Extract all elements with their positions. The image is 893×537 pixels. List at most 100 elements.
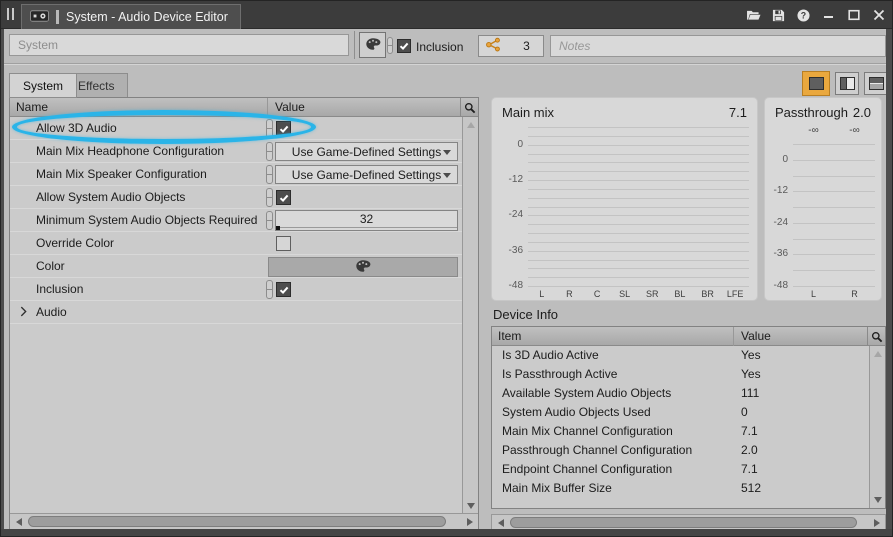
notes-field[interactable] [550, 35, 886, 57]
layout-split-horizontal-button[interactable] [864, 72, 888, 95]
meter-gridline [528, 171, 749, 172]
property-row[interactable]: Main Mix Speaker Configuration Use Game-D… [10, 163, 462, 186]
object-name-field[interactable] [9, 34, 349, 56]
layout-single-pane-button[interactable] [802, 71, 830, 96]
scroll-up-button[interactable] [870, 346, 885, 361]
dock-grip[interactable] [7, 8, 14, 20]
scroll-left-button[interactable] [11, 514, 26, 529]
property-checkbox[interactable] [276, 236, 291, 251]
vertical-scrollbar[interactable] [869, 346, 885, 508]
meter-gridline [528, 215, 749, 216]
property-checkbox[interactable] [276, 121, 291, 136]
scroll-right-button[interactable] [869, 515, 884, 530]
property-dropdown[interactable]: Use Game-Defined Settings [275, 165, 458, 184]
property-name: Main Mix Headphone Configuration [36, 144, 224, 158]
property-name: Allow System Audio Objects [36, 190, 185, 204]
layout-split-vertical-button[interactable] [835, 72, 859, 95]
split-vertical-icon [840, 77, 855, 90]
meter-gridline [793, 239, 875, 240]
vertical-scrollbar[interactable] [462, 117, 478, 513]
save-icon[interactable] [771, 8, 786, 23]
color-palette-button[interactable] [359, 32, 386, 58]
minimize-icon[interactable] [821, 8, 836, 23]
chevron-down-icon [443, 173, 451, 178]
property-row[interactable]: Inclusion [10, 278, 462, 301]
column-divider[interactable] [267, 98, 268, 117]
single-pane-icon [809, 77, 824, 90]
titlebar: System - Audio Device Editor ? [1, 1, 893, 29]
slider-track[interactable] [276, 227, 457, 230]
property-row[interactable]: Audio [10, 301, 462, 324]
device-info-value: 512 [741, 481, 761, 495]
value-column-header[interactable]: Value [741, 329, 771, 343]
value-splitter-grip[interactable] [266, 188, 273, 207]
value-splitter-grip[interactable] [266, 119, 273, 138]
horizontal-scroll-thumb[interactable] [510, 517, 857, 528]
sharesets-button[interactable]: 3 [478, 35, 544, 57]
meter-peak-value: -∞ [793, 125, 834, 136]
device-info-value: 111 [741, 386, 759, 400]
device-info-value: 0 [741, 405, 748, 419]
meter-scale-label: -12 [769, 185, 788, 196]
value-splitter-grip[interactable] [266, 280, 273, 299]
property-dropdown[interactable]: Use Game-Defined Settings [275, 142, 458, 161]
maximize-icon[interactable] [846, 8, 861, 23]
meter-gridline [528, 242, 749, 243]
property-row[interactable]: Allow System Audio Objects [10, 186, 462, 209]
value-splitter-grip[interactable] [266, 142, 273, 161]
search-button[interactable] [867, 327, 885, 346]
scroll-left-button[interactable] [493, 515, 508, 530]
scroll-down-button[interactable] [870, 492, 885, 507]
scroll-down-button[interactable] [463, 498, 478, 513]
meter-channel-label: SR [639, 289, 667, 299]
meter-gridline [793, 207, 875, 208]
device-info-title: Device Info [493, 307, 558, 322]
expand-chevron-icon[interactable] [20, 306, 27, 320]
property-checkbox[interactable] [276, 190, 291, 205]
value-splitter-grip[interactable] [266, 165, 273, 184]
horizontal-scrollbar[interactable] [10, 513, 478, 529]
device-info-item: System Audio Objects Used [502, 405, 651, 419]
inclusion-checkbox[interactable] [397, 39, 411, 53]
item-column-header[interactable]: Item [498, 329, 521, 343]
scroll-right-button[interactable] [462, 514, 477, 529]
help-icon[interactable]: ? [796, 8, 811, 23]
meter-gridline [793, 191, 875, 192]
property-row[interactable]: Color [10, 255, 462, 278]
property-row[interactable]: Override Color [10, 232, 462, 255]
meter-gridline [528, 207, 749, 208]
property-name: Minimum System Audio Objects Required [36, 213, 257, 227]
property-row[interactable]: Allow 3D Audio [10, 117, 462, 140]
split-horizontal-icon [869, 77, 884, 90]
color-palette-icon [355, 258, 371, 277]
color-palette-icon [365, 36, 381, 55]
splitter-grip[interactable] [387, 37, 393, 54]
editor-tab[interactable]: System - Audio Device Editor [21, 4, 241, 29]
device-info-row: Available System Audio Objects111 [492, 384, 869, 403]
value-splitter-grip[interactable] [266, 211, 273, 230]
color-value-button[interactable] [268, 257, 458, 277]
search-button[interactable] [460, 98, 478, 117]
horizontal-scroll-thumb[interactable] [28, 516, 446, 527]
property-row[interactable]: Main Mix Headphone Configuration Use Game… [10, 140, 462, 163]
property-number-field[interactable]: 32 [275, 210, 458, 231]
tab-system[interactable]: System [9, 73, 77, 98]
meter-channel-label: R [834, 289, 875, 299]
name-column-header[interactable]: Name [16, 100, 48, 114]
meter-scale-label: -12 [496, 174, 523, 185]
property-checkbox[interactable] [276, 282, 291, 297]
scroll-up-button[interactable] [463, 117, 478, 132]
meter-gridline [528, 162, 749, 163]
meter-scale-label: 0 [769, 154, 788, 165]
open-folder-icon[interactable] [746, 8, 761, 23]
value-column-header[interactable]: Value [275, 100, 305, 114]
property-row[interactable]: Minimum System Audio Objects Required 32 [10, 209, 462, 232]
meter-gridline [793, 270, 875, 271]
column-divider[interactable] [733, 327, 734, 346]
horizontal-scrollbar[interactable] [491, 514, 886, 530]
meter-gridline [528, 127, 749, 128]
device-info-item: Endpoint Channel Configuration [502, 462, 672, 476]
meter-gridline [793, 144, 875, 145]
property-name: Main Mix Speaker Configuration [36, 167, 207, 181]
close-icon[interactable] [871, 8, 886, 23]
